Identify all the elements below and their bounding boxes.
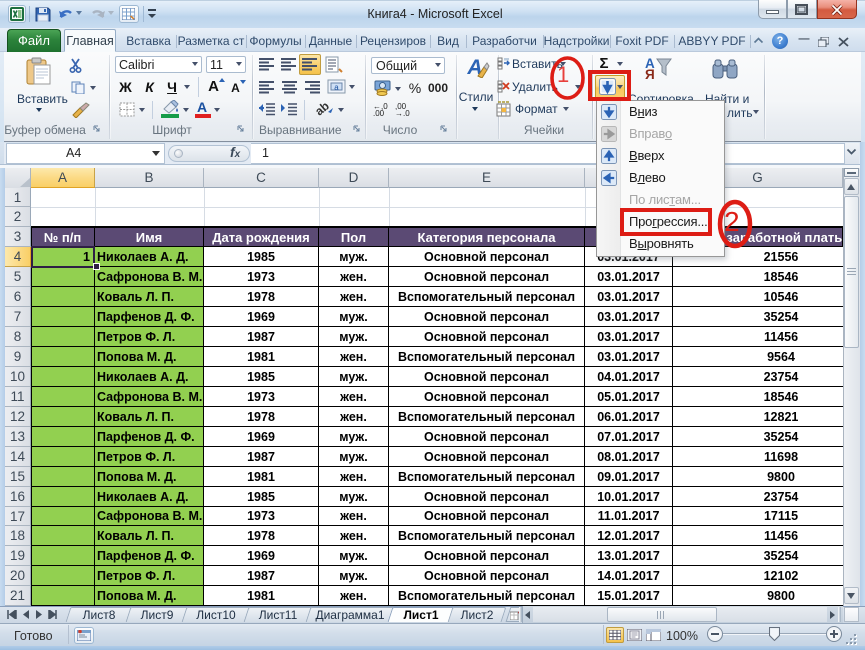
- svg-text:,00: ,00: [373, 109, 385, 116]
- svg-text:a: a: [334, 83, 339, 92]
- svg-text:→,0: →,0: [395, 109, 410, 116]
- svg-text:ab: ab: [315, 100, 332, 118]
